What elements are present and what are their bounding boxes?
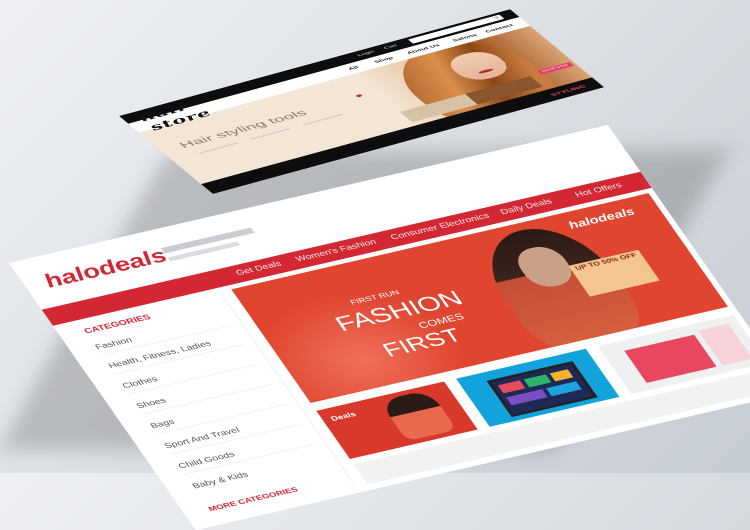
- app-tile: [523, 374, 552, 388]
- app-tile: [497, 380, 526, 394]
- halodeals-screen: halodeals Get Deals Women's Fashion Cons…: [9, 125, 750, 530]
- app-tile: [546, 381, 582, 397]
- tile-label: Deals: [328, 410, 358, 423]
- app-tile: [549, 369, 574, 382]
- categories-heading: CATEGORIES: [82, 313, 153, 336]
- cart-icon[interactable]: ●: [352, 92, 366, 99]
- cart-link[interactable]: Cart: [383, 44, 399, 50]
- nav-item-all[interactable]: All: [347, 65, 360, 71]
- category-item[interactable]: Baby & Kids: [191, 471, 251, 491]
- search-icon[interactable]: ⚲: [493, 16, 501, 20]
- app-tile: [506, 389, 548, 406]
- tablet-screen: [486, 361, 598, 418]
- product-box: [624, 334, 717, 383]
- device-mockup-scene: { "hair_site": { "logo_text": "hair stor…: [0, 0, 750, 530]
- more-categories-link[interactable]: MORE CATEGORIES: [207, 486, 300, 513]
- banner-logo: halodeals: [565, 205, 638, 231]
- category-item[interactable]: Bags: [149, 418, 177, 431]
- tile-model: [379, 389, 457, 442]
